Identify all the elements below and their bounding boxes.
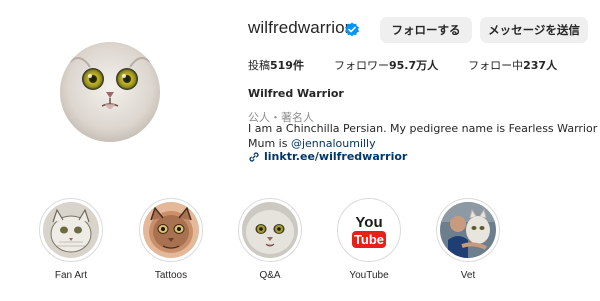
cat-face-icon — [60, 42, 160, 142]
bio-line-2-prefix: Mum is — [248, 136, 291, 150]
following-label: フォロー中 — [468, 59, 524, 72]
youtube-logo-top: You — [355, 214, 382, 231]
posts-stat: 投稿519件 — [248, 57, 304, 73]
link-icon — [249, 151, 259, 162]
highlight-label: Vet — [460, 270, 476, 281]
bio-line-2: Mum is @jennaloumilly — [248, 137, 600, 152]
posts-count: 519件 — [270, 59, 304, 72]
cat-face-photo-icon — [242, 202, 298, 258]
profile-avatar[interactable] — [60, 42, 160, 142]
highlight-qa[interactable]: Q&A — [237, 198, 303, 281]
highlight-ring — [139, 198, 203, 262]
highlight-vet[interactable]: Vet — [435, 198, 501, 281]
tattoo-cat-portrait-icon — [143, 202, 199, 258]
profile-external-link[interactable]: linktr.ee/wilfredwarrior — [264, 150, 407, 163]
highlight-youtube[interactable]: You Tube YouTube — [336, 198, 402, 281]
bio-mention-link[interactable]: @jennaloumilly — [291, 137, 376, 150]
posts-label: 投稿 — [248, 59, 270, 72]
following-stat[interactable]: フォロー中237人 — [468, 57, 557, 73]
profile-bio: I am a Chinchilla Persian. My pedigree n… — [248, 122, 600, 151]
highlight-fan-art[interactable]: Fan Art — [38, 198, 104, 281]
followers-label: フォロワー — [333, 59, 389, 72]
highlight-tattoos[interactable]: Tattoos — [138, 198, 204, 281]
highlight-ring — [39, 198, 103, 262]
bio-line-1: I am a Chinchilla Persian. My pedigree n… — [248, 122, 600, 135]
highlight-ring: You Tube — [337, 198, 401, 262]
profile-username: wilfredwarrior — [248, 18, 351, 37]
following-count: 237人 — [523, 59, 558, 72]
profile-full-name: Wilfred Warrior — [248, 87, 344, 100]
youtube-logo-bottom: Tube — [354, 232, 384, 247]
profile-stats: 投稿519件 フォロワー95.7万人 フォロー中237人 — [248, 57, 587, 73]
highlight-label: Tattoos — [154, 270, 188, 281]
verified-badge-icon — [345, 22, 359, 37]
highlight-ring — [238, 198, 302, 262]
followers-count: 95.7万人 — [388, 59, 439, 72]
highlight-ring — [436, 198, 500, 262]
vet-visit-photo-icon — [440, 202, 496, 258]
message-button[interactable]: メッセージを送信 — [480, 17, 588, 43]
fan-art-cat-drawing-icon — [43, 202, 99, 258]
followers-stat[interactable]: フォロワー95.7万人 — [334, 57, 438, 73]
highlight-label: Fan Art — [54, 270, 88, 281]
highlight-label: Q&A — [259, 270, 281, 281]
profile-link-row[interactable]: linktr.ee/wilfredwarrior — [248, 150, 407, 163]
follow-button[interactable]: フォローする — [380, 17, 472, 43]
highlight-label: YouTube — [349, 270, 389, 281]
youtube-logo-icon: You Tube — [341, 202, 397, 258]
